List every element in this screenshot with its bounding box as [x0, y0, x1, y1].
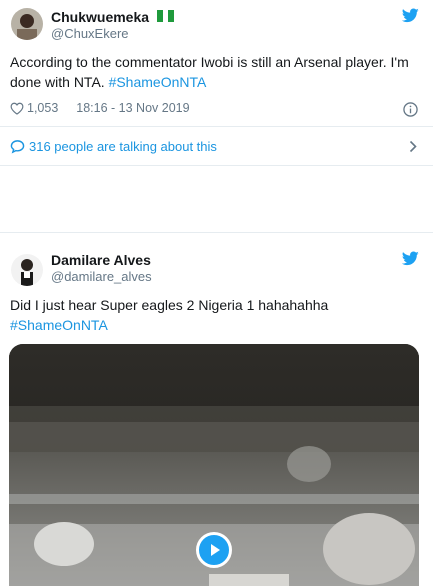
- author-name[interactable]: Damilare Alves: [51, 252, 151, 268]
- info-icon[interactable]: [403, 102, 418, 117]
- timestamp[interactable]: 18:16 - 13 Nov 2019: [76, 101, 189, 115]
- like-count[interactable]: 1,053: [27, 101, 58, 115]
- author-handle[interactable]: @damilare_alves: [51, 269, 152, 284]
- divider: [0, 126, 433, 127]
- twitter-bird-icon[interactable]: [402, 251, 419, 266]
- tweet-separator: [0, 166, 433, 232]
- tweet-card-1: Chukwuemeka @ChuxEkere According to the …: [0, 0, 433, 166]
- talking-label: 316 people are talking about this: [29, 138, 217, 154]
- hashtag-link[interactable]: #ShameOnNTA: [109, 74, 207, 90]
- play-button[interactable]: [196, 532, 232, 568]
- heart-icon[interactable]: [10, 102, 24, 115]
- speech-bubble-icon: [10, 139, 25, 153]
- twitter-bird-icon[interactable]: [402, 8, 419, 23]
- author-name[interactable]: Chukwuemeka: [51, 9, 149, 25]
- play-icon: [211, 544, 220, 556]
- talking-link[interactable]: 316 people are talking about this: [10, 136, 423, 156]
- tweet-text: Did I just hear Super eagles 2 Nigeria 1…: [10, 297, 329, 333]
- hashtag-link[interactable]: #ShameOnNTA: [10, 317, 108, 333]
- nigeria-flag-icon: [157, 10, 175, 22]
- author-handle[interactable]: @ChuxEkere: [51, 26, 129, 41]
- chevron-right-icon: [409, 140, 417, 153]
- avatar[interactable]: [11, 254, 43, 286]
- tweet-meta: 1,053 18:16 - 13 Nov 2019: [10, 101, 190, 115]
- avatar[interactable]: [11, 8, 43, 40]
- tweet-text: According to the commentator Iwobi is st…: [10, 54, 409, 90]
